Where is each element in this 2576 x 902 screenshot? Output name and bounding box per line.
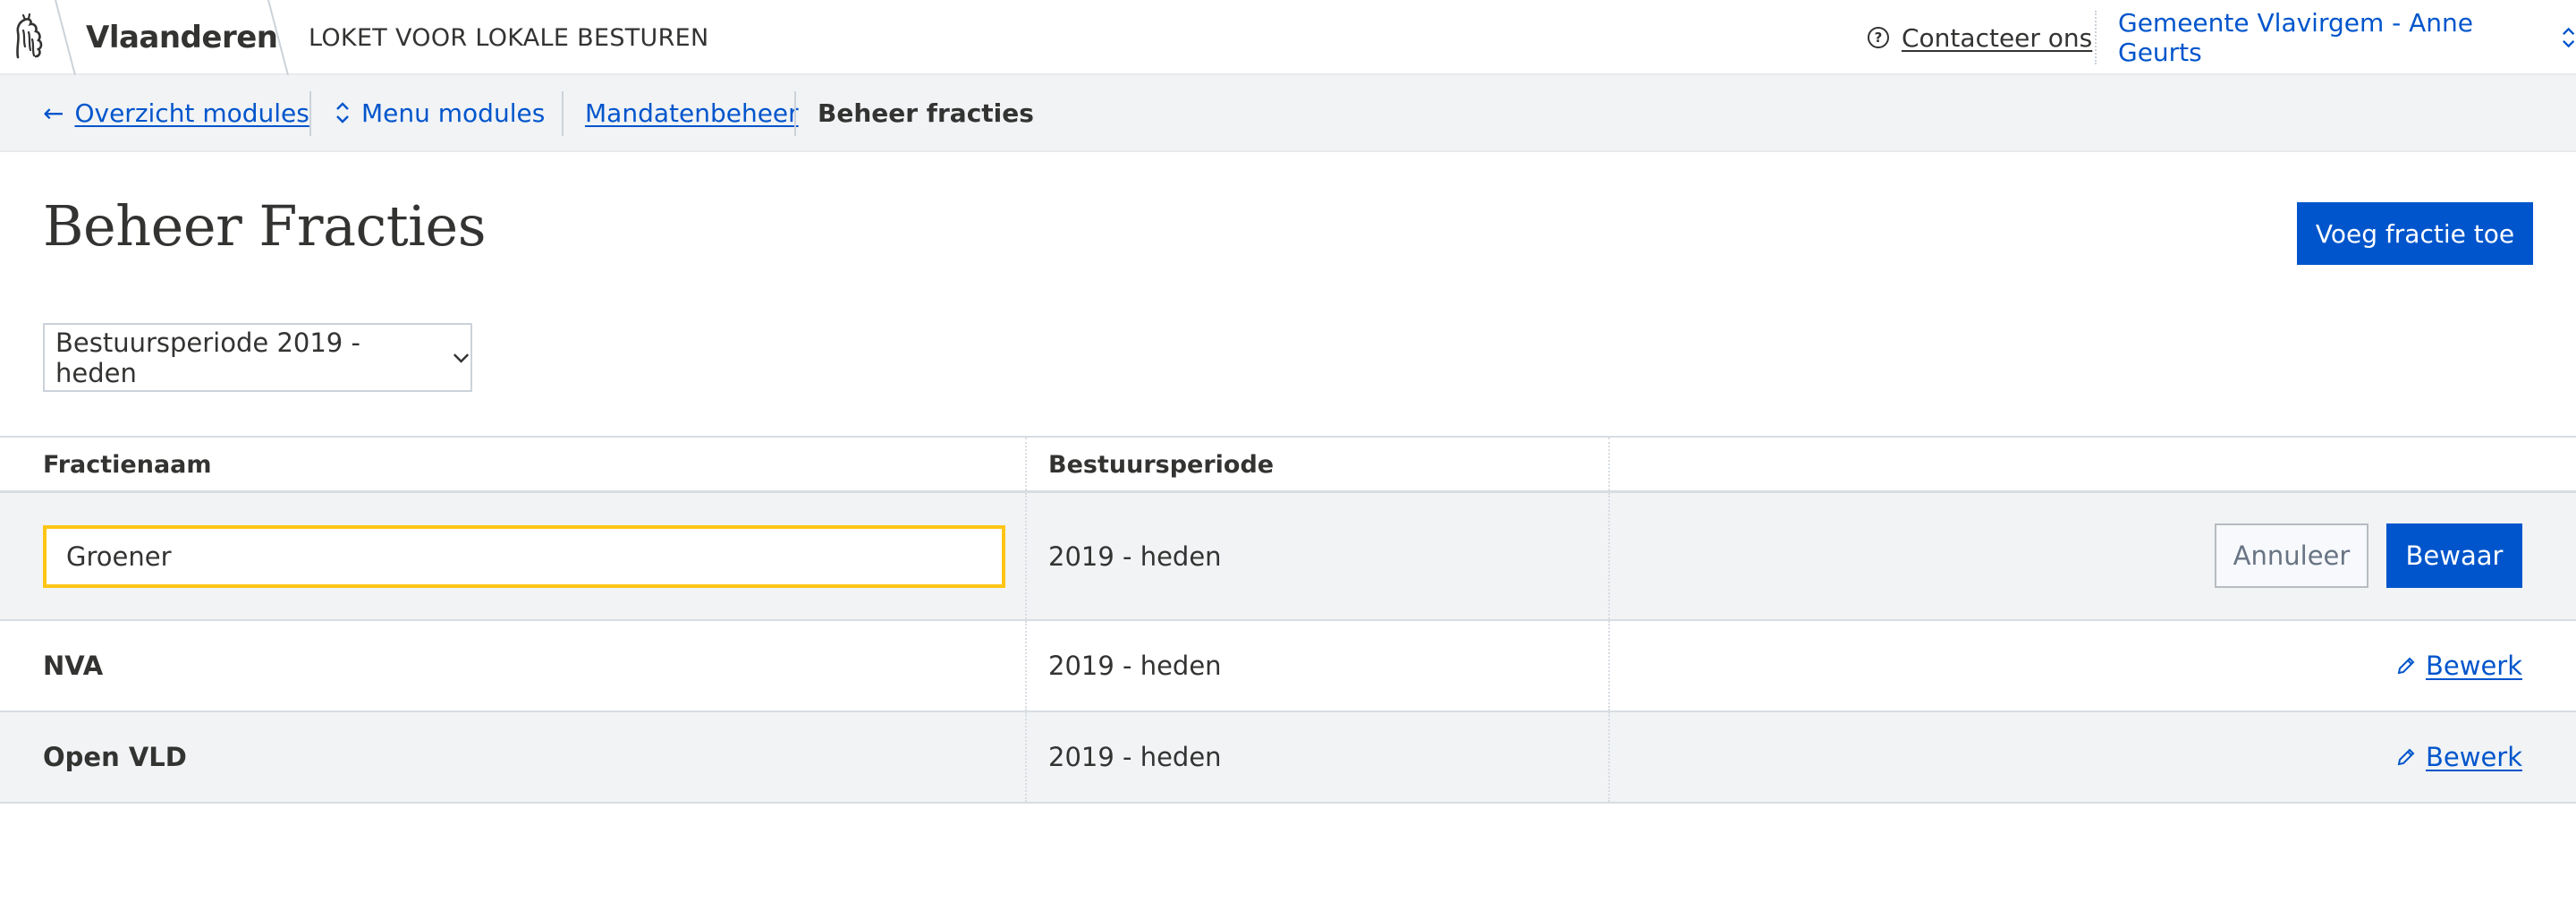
- table-cell-period: 2019 - heden: [1048, 651, 1222, 681]
- table-row: NVA 2019 - heden Bewerk: [0, 621, 2576, 712]
- subnav-divider: [309, 91, 311, 136]
- account-switcher[interactable]: Gemeente Vlavirgem - Anne Geurts: [2118, 8, 2576, 67]
- breadcrumb-parent-label: Mandatenbeheer: [585, 98, 799, 128]
- add-fraction-button[interactable]: Voeg fractie toe: [2297, 202, 2533, 265]
- back-to-overview-link[interactable]: ← Overzicht modules: [43, 95, 309, 131]
- column-divider: [1025, 438, 1027, 490]
- edit-link[interactable]: Bewerk: [2395, 621, 2522, 711]
- flemish-lion-icon[interactable]: [9, 13, 52, 63]
- account-label: Gemeente Vlavirgem - Anne Geurts: [2118, 8, 2474, 67]
- fractions-table: Fractienaam Bestuursperiode 2019 - heden…: [0, 436, 2576, 804]
- chevron-down-icon: [453, 353, 470, 363]
- column-header-fractienaam: Fractienaam: [43, 451, 212, 479]
- column-divider: [1608, 493, 1610, 619]
- pencil-icon: [2397, 748, 2415, 766]
- breadcrumb-mandatenbeheer[interactable]: Mandatenbeheer: [585, 95, 799, 131]
- chevron-updown-icon: [2562, 27, 2574, 48]
- period-select[interactable]: Bestuursperiode 2019 - heden: [43, 323, 472, 392]
- back-link-label: Overzicht modules: [74, 98, 309, 128]
- period-select-value: Bestuursperiode 2019 - heden: [55, 327, 360, 388]
- table-header: Fractienaam Bestuursperiode: [0, 436, 2576, 493]
- column-header-actions: [1565, 438, 1608, 492]
- pencil-icon: [2397, 657, 2415, 675]
- menu-modules-label: Menu modules: [361, 98, 546, 128]
- column-divider: [1025, 621, 1027, 711]
- column-divider: [1025, 712, 1027, 802]
- table-row: Open VLD 2019 - heden Bewerk: [0, 712, 2576, 804]
- chevron-updown-icon: [336, 102, 349, 123]
- menu-modules-button[interactable]: Menu modules: [335, 95, 545, 131]
- edit-link[interactable]: Bewerk: [2395, 712, 2522, 802]
- edit-link-label: Bewerk: [2425, 651, 2522, 681]
- app-name[interactable]: LOKET VOOR LOKALE BESTUREN: [309, 24, 709, 52]
- breadcrumb-current: Beheer fracties: [818, 95, 1034, 131]
- app-divider: [267, 0, 289, 75]
- sub-navigation: ← Overzicht modules Menu modules Mandate…: [0, 75, 2576, 152]
- table-row-editing: 2019 - heden Annuleer Bewaar: [0, 493, 2576, 621]
- column-divider: [1608, 712, 1610, 802]
- contact-link[interactable]: ? Contacteer ons: [1868, 20, 2092, 55]
- top-header: Vlaanderen LOKET VOOR LOKALE BESTUREN ? …: [0, 0, 2576, 75]
- table-cell-name: Open VLD: [43, 742, 187, 772]
- table-cell-name: NVA: [43, 651, 104, 681]
- subnav-divider: [794, 91, 796, 136]
- breadcrumb-current-label: Beheer fracties: [818, 98, 1034, 128]
- arrow-left-icon: ←: [43, 98, 64, 128]
- column-divider: [1025, 493, 1027, 619]
- table-cell-period: 2019 - heden: [1048, 540, 1222, 572]
- cancel-button[interactable]: Annuleer: [2215, 523, 2368, 588]
- edit-link-label: Bewerk: [2425, 742, 2522, 772]
- fraction-name-input[interactable]: [43, 525, 1005, 588]
- save-button[interactable]: Bewaar: [2386, 523, 2522, 588]
- brand-divider: [55, 0, 76, 75]
- contact-label: Contacteer ons: [1902, 22, 2093, 53]
- column-divider: [1608, 621, 1610, 711]
- brand-name[interactable]: Vlaanderen: [86, 20, 278, 55]
- header-divider: [2095, 11, 2097, 64]
- column-divider: [1608, 438, 1610, 490]
- subnav-divider: [562, 91, 564, 136]
- column-header-bestuursperiode: Bestuursperiode: [1048, 451, 1275, 479]
- table-cell-period: 2019 - heden: [1048, 742, 1222, 772]
- question-circle-icon: ?: [1868, 27, 1889, 48]
- page-title: Beheer Fracties: [43, 193, 487, 259]
